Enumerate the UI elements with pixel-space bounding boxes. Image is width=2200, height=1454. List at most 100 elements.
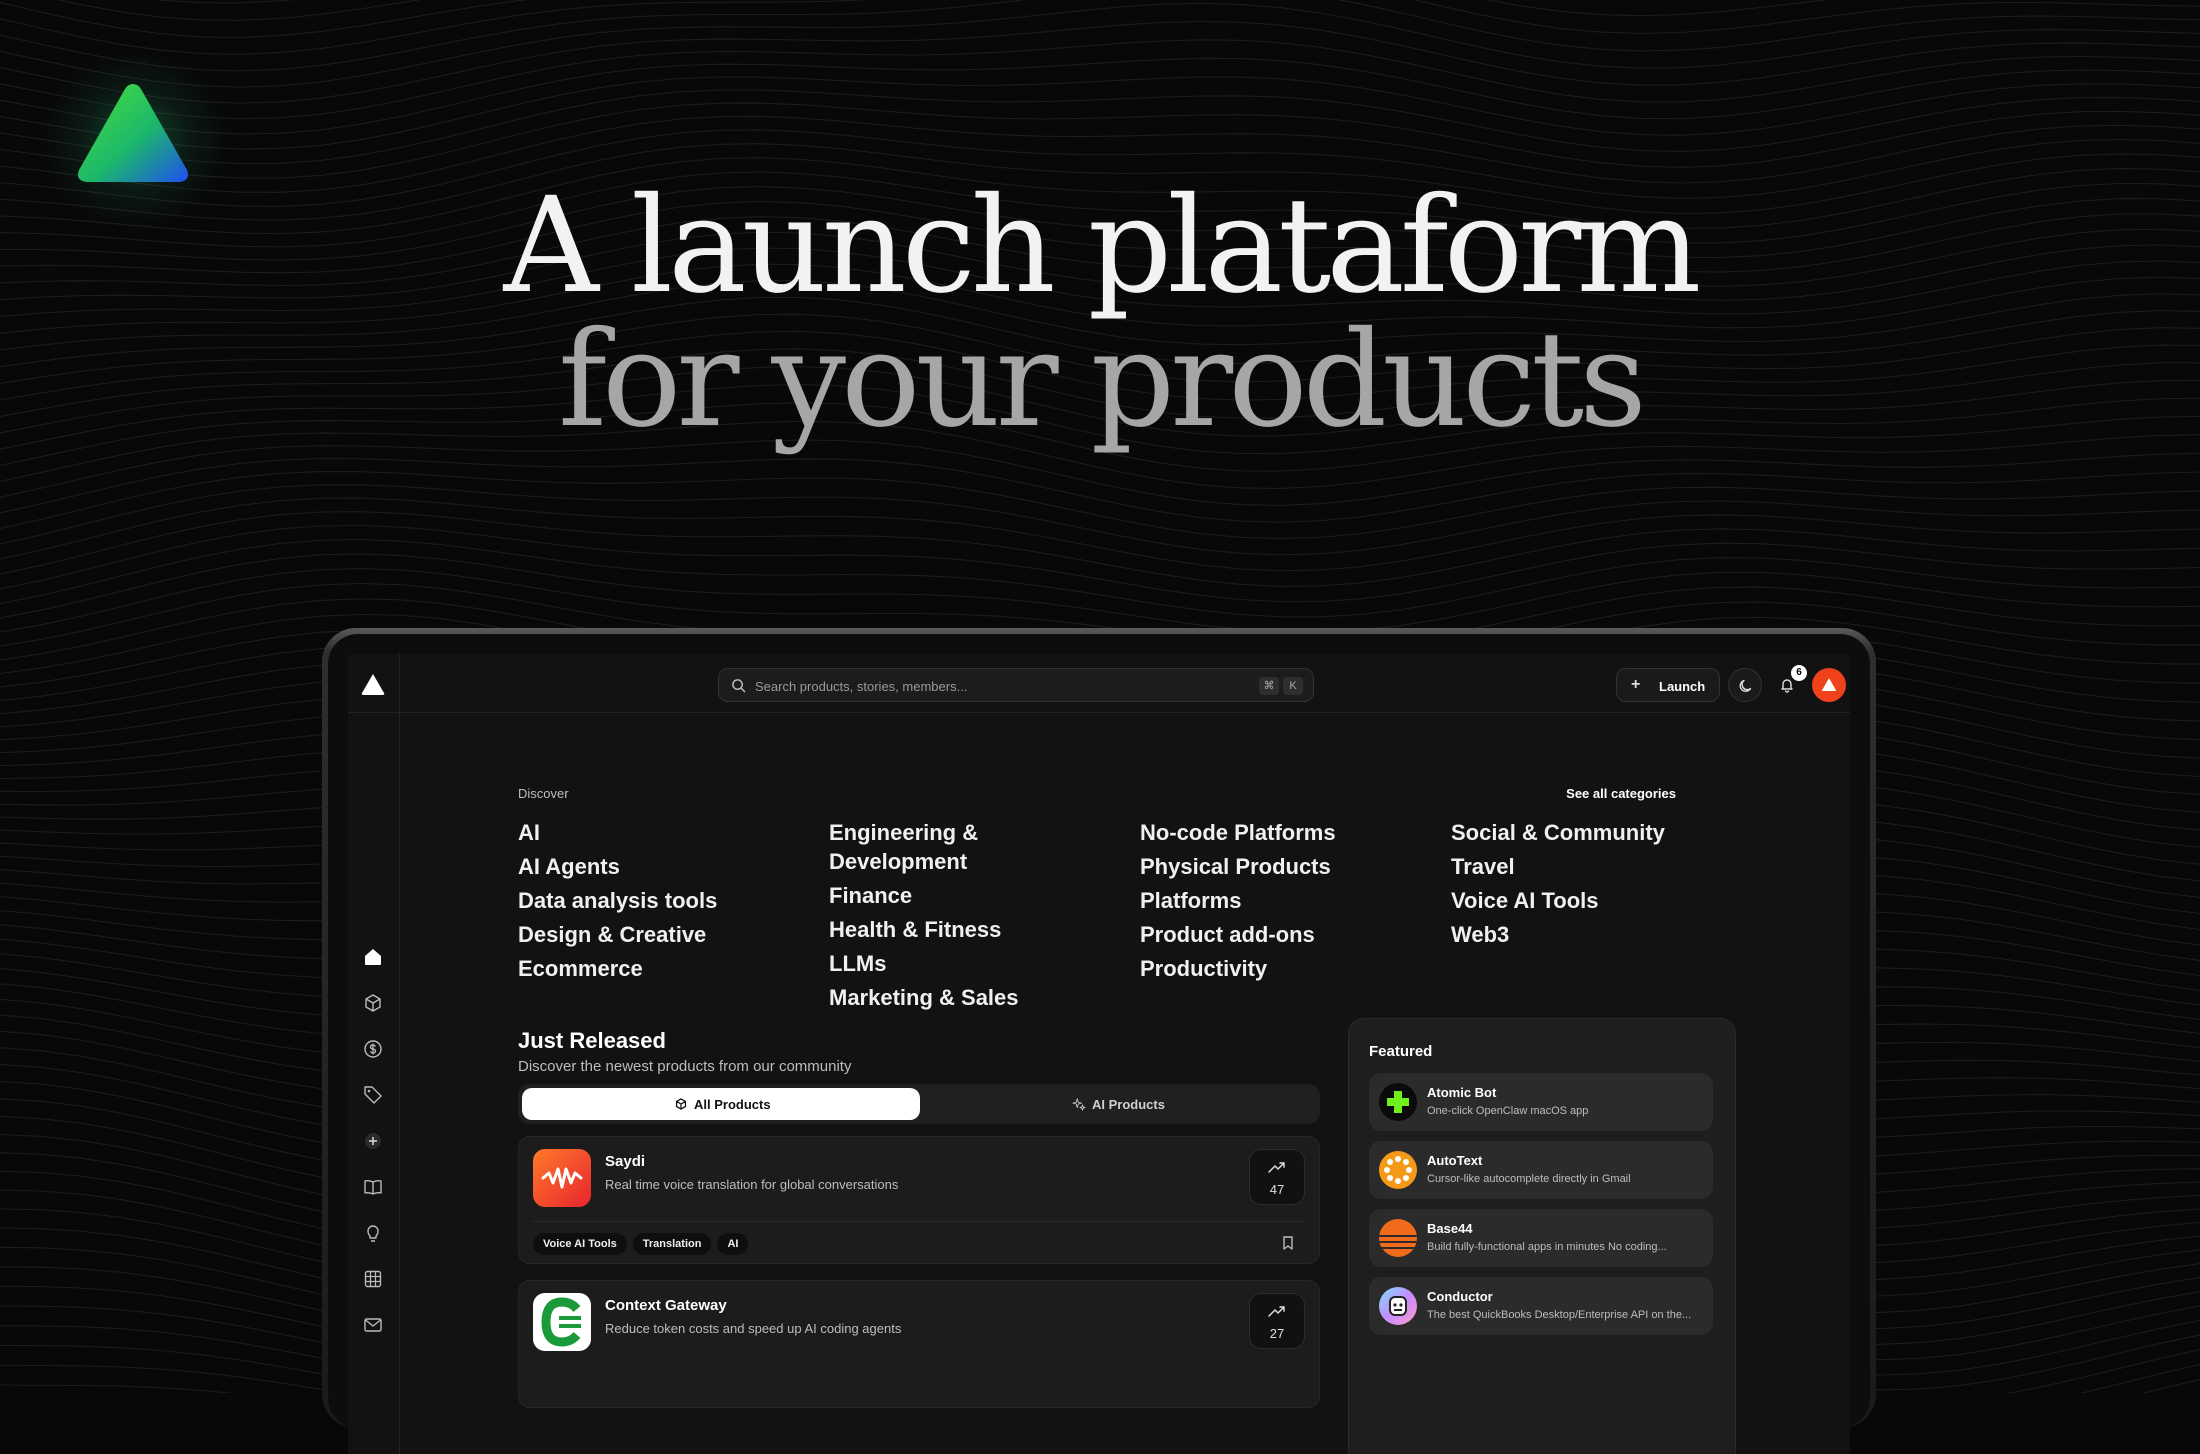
card-divider xyxy=(533,1221,1305,1222)
tag-chip[interactable]: Translation xyxy=(632,1233,712,1255)
featured-panel: Featured Atomic Bot One-click OpenClaw m… xyxy=(1348,1018,1736,1454)
featured-item-description: The best QuickBooks Desktop/Enterprise A… xyxy=(1427,1309,1692,1321)
wave-line xyxy=(0,0,1829,39)
wave-line xyxy=(0,538,2200,618)
wave-line xyxy=(0,471,2200,540)
category-ai-agents[interactable]: AI Agents xyxy=(518,852,798,881)
dollar-icon[interactable] xyxy=(362,1038,384,1060)
category-physical-products[interactable]: Physical Products xyxy=(1140,852,1420,881)
product-name: Saydi xyxy=(605,1153,646,1170)
hero-line-2: for your products xyxy=(558,303,1647,457)
category-design-creative[interactable]: Design & Creative xyxy=(518,920,798,949)
trending-up-icon xyxy=(1268,1162,1285,1173)
upvote-button[interactable]: 27 xyxy=(1249,1293,1305,1349)
tag-chip[interactable]: Voice AI Tools xyxy=(533,1233,627,1255)
category-no-code-platforms[interactable]: No-code Platforms xyxy=(1140,818,1420,847)
tag-chip[interactable]: AI xyxy=(717,1233,749,1255)
sparkles-icon xyxy=(1072,1098,1086,1111)
user-avatar[interactable] xyxy=(1812,668,1846,702)
base44-icon xyxy=(1379,1219,1417,1257)
tab-ai-products[interactable]: AI Products xyxy=(920,1088,1318,1120)
featured-item[interactable]: Base44 Build fully-functional apps in mi… xyxy=(1369,1209,1713,1267)
launch-button[interactable]: + Launch xyxy=(1616,668,1720,702)
upvote-count: 27 xyxy=(1269,1326,1285,1341)
plus-circle-icon[interactable] xyxy=(362,1130,384,1152)
upvote-button[interactable]: 47 xyxy=(1249,1149,1305,1205)
wave-line xyxy=(0,553,2200,633)
product-name: Context Gateway xyxy=(605,1297,727,1314)
hero-line-1: A launch plataform xyxy=(503,169,1702,323)
autotext-icon xyxy=(1379,1151,1417,1189)
saydi-thumbnail xyxy=(533,1149,591,1207)
category-column-3: No-code Platforms Physical Products Plat… xyxy=(1140,818,1420,988)
category-web3[interactable]: Web3 xyxy=(1451,920,1731,949)
category-data-analysis-tools[interactable]: Data analysis tools xyxy=(518,886,798,915)
category-engineering-development[interactable]: Engineering & Development xyxy=(829,818,1029,876)
category-voice-ai-tools[interactable]: Voice AI Tools xyxy=(1451,886,1731,915)
tag-icon[interactable] xyxy=(362,1084,384,1106)
bell-icon xyxy=(1781,679,1793,693)
sidebar xyxy=(348,712,400,1454)
category-platforms[interactable]: Platforms xyxy=(1140,886,1420,915)
moon-icon xyxy=(1739,679,1752,692)
wave-line xyxy=(0,102,2200,179)
top-bar: Search products, stories, members... ⌘ K… xyxy=(348,654,1850,713)
featured-item[interactable]: Atomic Bot One-click OpenClaw macOS app xyxy=(1369,1073,1713,1131)
laptop-frame: Search products, stories, members... ⌘ K… xyxy=(322,628,1876,1454)
atomic-bot-icon xyxy=(1379,1083,1417,1121)
category-finance[interactable]: Finance xyxy=(829,881,1029,910)
shortcut-k-key: K xyxy=(1283,677,1303,695)
wave-line xyxy=(0,39,2200,120)
featured-item-description: Build fully-functional apps in minutes N… xyxy=(1427,1241,1667,1253)
category-health-fitness[interactable]: Health & Fitness xyxy=(829,915,1029,944)
brand-logo xyxy=(77,84,189,182)
box-icon[interactable] xyxy=(362,992,384,1014)
category-ecommerce[interactable]: Ecommerce xyxy=(518,954,798,983)
context-gateway-thumbnail xyxy=(533,1293,591,1351)
topbar-divider xyxy=(399,654,400,712)
product-tabs: All Products AI Products xyxy=(518,1084,1320,1124)
tab-all-products-label: All Products xyxy=(694,1097,771,1112)
product-tags: Voice AI Tools Translation AI xyxy=(533,1233,754,1255)
featured-item-description: Cursor-like autocomplete directly in Gma… xyxy=(1427,1173,1631,1185)
trending-up-icon xyxy=(1268,1306,1285,1317)
featured-item[interactable]: Conductor The best QuickBooks Desktop/En… xyxy=(1369,1277,1713,1335)
just-released-subtitle: Discover the newest products from our co… xyxy=(518,1058,852,1075)
just-released-title: Just Released xyxy=(518,1028,666,1053)
product-description: Reduce token costs and speed up AI codin… xyxy=(605,1321,902,1336)
mail-icon[interactable] xyxy=(362,1314,384,1336)
category-marketing-sales[interactable]: Marketing & Sales xyxy=(829,983,1029,1012)
tab-all-products[interactable]: All Products xyxy=(522,1088,920,1120)
theme-toggle-button[interactable] xyxy=(1728,668,1762,702)
hero-headline: A launch plataform for your products xyxy=(0,180,2200,446)
product-card[interactable]: Saydi Real time voice translation for gl… xyxy=(518,1136,1320,1264)
grid-icon[interactable] xyxy=(362,1268,384,1290)
category-travel[interactable]: Travel xyxy=(1451,852,1731,881)
featured-item[interactable]: AutoText Cursor-like autocomplete direct… xyxy=(1369,1141,1713,1199)
avatar-logo-icon xyxy=(1822,678,1836,691)
bookmark-icon[interactable] xyxy=(1281,1235,1295,1251)
search-placeholder: Search products, stories, members... xyxy=(755,679,968,694)
app-logo-icon[interactable] xyxy=(360,672,386,696)
discover-label: Discover xyxy=(518,786,569,801)
lightbulb-icon[interactable] xyxy=(362,1222,384,1244)
category-social-community[interactable]: Social & Community xyxy=(1451,818,1731,847)
home-icon[interactable] xyxy=(362,946,384,968)
category-product-add-ons[interactable]: Product add-ons xyxy=(1140,920,1420,949)
wave-line xyxy=(154,0,295,4)
notification-count-badge: 6 xyxy=(1791,665,1807,681)
conductor-icon xyxy=(1379,1287,1417,1325)
box-icon xyxy=(675,1098,687,1110)
product-card[interactable]: Context Gateway Reduce token costs and s… xyxy=(518,1280,1320,1408)
category-ai[interactable]: AI xyxy=(518,818,798,847)
category-llms[interactable]: LLMs xyxy=(829,949,1029,978)
search-bar[interactable]: Search products, stories, members... ⌘ K xyxy=(718,668,1314,702)
category-productivity[interactable]: Productivity xyxy=(1140,954,1420,983)
see-all-categories-link[interactable]: See all categories xyxy=(1490,786,1676,801)
category-column-2: Engineering & Development Finance Health… xyxy=(829,818,1029,1017)
tab-ai-products-label: AI Products xyxy=(1092,1097,1165,1112)
wave-line xyxy=(0,497,2200,572)
shortcut-cmd-key: ⌘ xyxy=(1259,677,1279,695)
book-icon[interactable] xyxy=(362,1176,384,1198)
app-screen: Search products, stories, members... ⌘ K… xyxy=(348,654,1850,1454)
